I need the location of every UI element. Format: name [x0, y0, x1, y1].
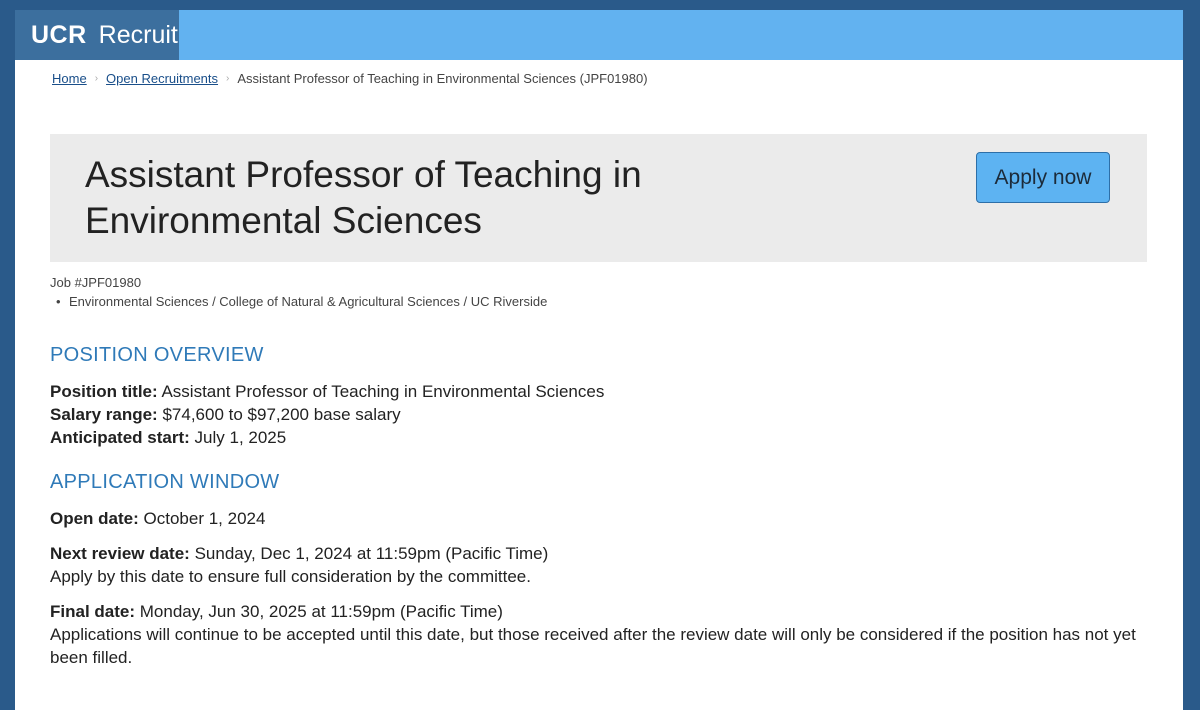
- salary-range-label: Salary range:: [50, 405, 158, 424]
- final-date-note: Applications will continue to be accepte…: [50, 625, 1136, 667]
- review-date-row: Next review date: Sunday, Dec 1, 2024 at…: [50, 542, 1140, 565]
- anticipated-start-label: Anticipated start:: [50, 428, 190, 447]
- salary-range-row: Salary range: $74,600 to $97,200 base sa…: [50, 403, 1140, 426]
- application-window-heading: APPLICATION WINDOW: [50, 471, 280, 493]
- review-date-note: Apply by this date to ensure full consid…: [50, 567, 531, 586]
- logo-recruit: Recruit: [98, 20, 178, 49]
- breadcrumb-separator: ›: [226, 73, 230, 84]
- final-date-label: Final date:: [50, 602, 136, 621]
- breadcrumb-separator: ›: [94, 73, 99, 84]
- ucr-recruit-logo[interactable]: UCR Recruit: [15, 10, 179, 60]
- breadcrumb-current: Assistant Professor of Teaching in Envir…: [237, 71, 648, 86]
- position-overview-heading: POSITION OVERVIEW: [50, 344, 264, 366]
- review-date-label: Next review date:: [50, 544, 190, 563]
- open-date-label: Open date:: [50, 509, 139, 528]
- review-date-value: Sunday, Dec 1, 2024 at 11:59pm (Pacific …: [194, 544, 549, 563]
- logo-ucr: UCR: [31, 20, 87, 49]
- department-text: Environmental Sciences / College of Natu…: [69, 294, 548, 309]
- breadcrumb-home[interactable]: Home: [52, 71, 87, 86]
- bullet: •: [56, 294, 61, 309]
- page-frame: UCR Recruit Home › Open Recruitments › A…: [15, 10, 1183, 710]
- final-date-row: Final date: Monday, Jun 30, 2025 at 11:5…: [50, 600, 1140, 623]
- breadcrumb: Home › Open Recruitments › Assistant Pro…: [52, 71, 648, 86]
- position-title-row: Position title: Assistant Professor of T…: [50, 380, 1140, 403]
- job-number: Job #JPF01980: [50, 275, 142, 290]
- position-title-value: Assistant Professor of Teaching in Envir…: [161, 382, 605, 401]
- department-item: • Environmental Sciences / College of Na…: [56, 294, 548, 309]
- page-title: Assistant Professor of Teaching in Envir…: [85, 154, 642, 241]
- open-date-row: Open date: October 1, 2024: [50, 507, 1140, 530]
- anticipated-start-value: July 1, 2025: [194, 428, 287, 447]
- anticipated-start-row: Anticipated start: July 1, 2025: [50, 426, 1140, 449]
- top-bar: UCR Recruit: [15, 10, 1183, 60]
- breadcrumb-open-recruitments[interactable]: Open Recruitments: [106, 71, 218, 86]
- open-date-value: October 1, 2024: [143, 509, 266, 528]
- apply-now-button[interactable]: Apply now: [976, 152, 1110, 203]
- position-title-label: Position title:: [50, 382, 158, 401]
- final-date-value: Monday, Jun 30, 2025 at 11:59pm (Pacific…: [139, 602, 503, 621]
- salary-range-value: $74,600 to $97,200 base salary: [162, 405, 401, 424]
- job-header: Assistant Professor of Teaching in Envir…: [50, 134, 1147, 262]
